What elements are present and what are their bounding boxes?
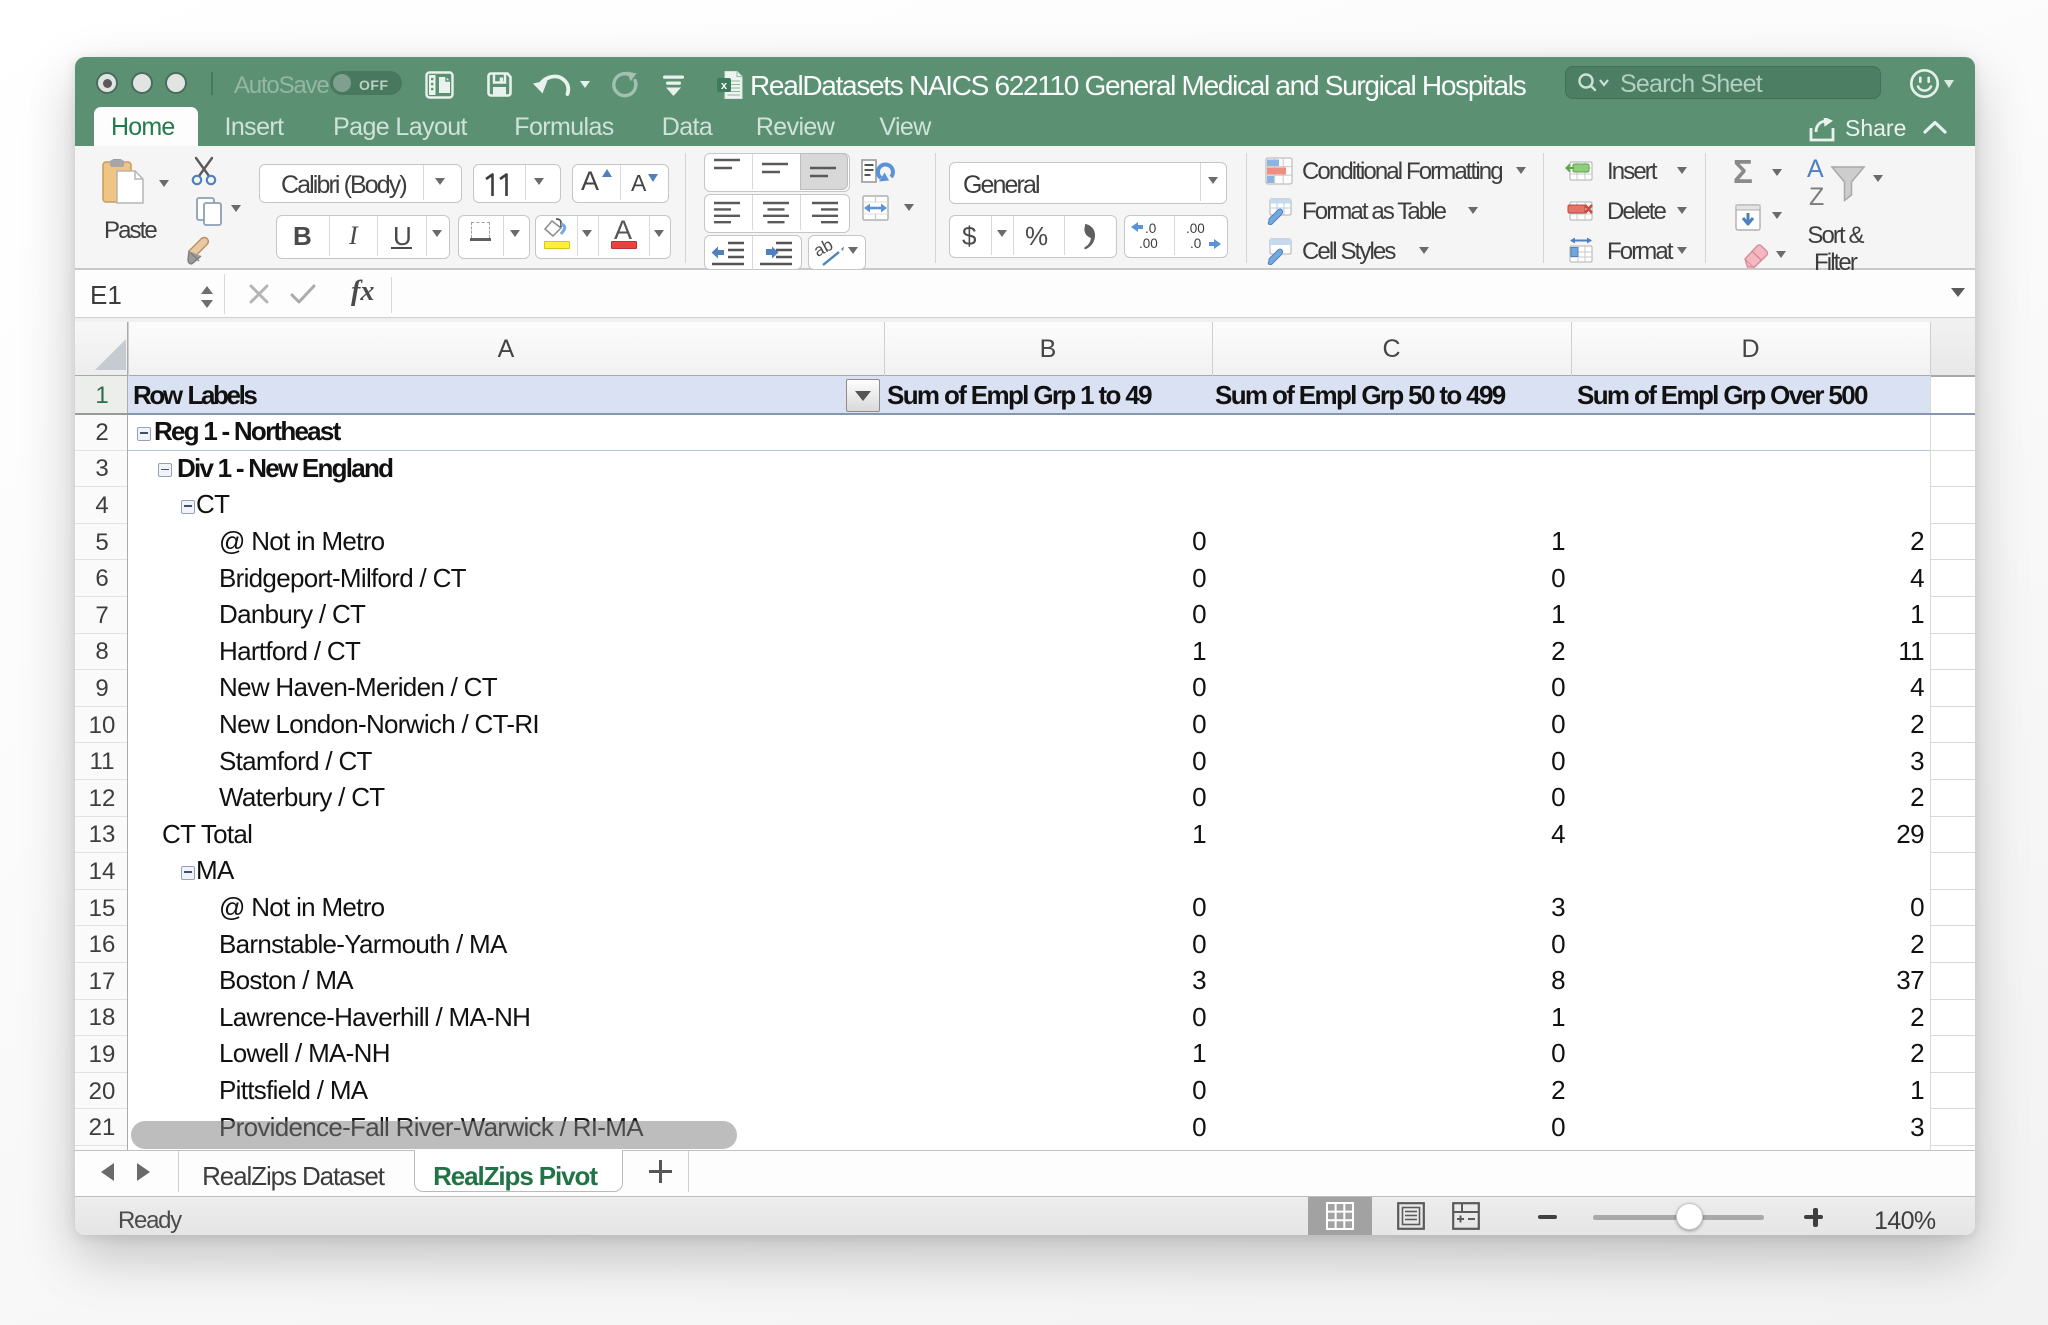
svg-text:.0: .0 xyxy=(1145,221,1156,236)
svg-text:.00: .00 xyxy=(1139,236,1158,251)
svg-text:A: A xyxy=(1807,156,1824,183)
svg-text:.00: .00 xyxy=(1186,221,1205,236)
svg-text:x: x xyxy=(721,80,728,92)
svg-text:.0: .0 xyxy=(1190,236,1201,251)
svg-text:Z: Z xyxy=(1809,183,1824,210)
